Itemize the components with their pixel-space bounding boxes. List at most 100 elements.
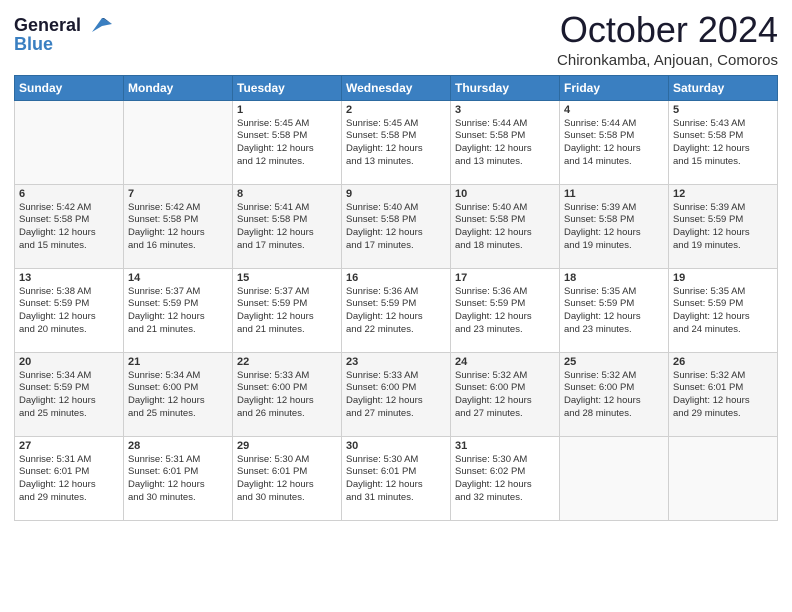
calendar-cell: 9Sunrise: 5:40 AMSunset: 5:58 PMDaylight… — [342, 184, 451, 268]
cell-info-line: Sunrise: 5:32 AM — [564, 370, 664, 383]
cell-info-line: Sunset: 6:01 PM — [673, 382, 773, 395]
cell-info-line: and 13 minutes. — [455, 156, 555, 169]
col-header-sunday: Sunday — [15, 75, 124, 100]
day-number: 17 — [455, 272, 555, 284]
calendar-cell: 1Sunrise: 5:45 AMSunset: 5:58 PMDaylight… — [233, 100, 342, 184]
cell-info-line: Sunset: 6:01 PM — [19, 466, 119, 479]
cell-info-line: and 23 minutes. — [564, 324, 664, 337]
calendar-cell — [560, 436, 669, 520]
cell-info-line: Sunrise: 5:45 AM — [237, 118, 337, 131]
cell-info-line: and 27 minutes. — [455, 408, 555, 421]
cell-info-line: and 28 minutes. — [564, 408, 664, 421]
cell-info-line: Sunrise: 5:31 AM — [128, 454, 228, 467]
cell-info-line: Sunrise: 5:39 AM — [673, 202, 773, 215]
col-header-saturday: Saturday — [669, 75, 778, 100]
day-number: 12 — [673, 188, 773, 200]
cell-info-line: Daylight: 12 hours — [455, 227, 555, 240]
cell-info-line: Daylight: 12 hours — [455, 395, 555, 408]
calendar-cell: 16Sunrise: 5:36 AMSunset: 5:59 PMDayligh… — [342, 268, 451, 352]
cell-info-line: Daylight: 12 hours — [128, 311, 228, 324]
cell-info-line: Sunrise: 5:44 AM — [455, 118, 555, 131]
day-number: 19 — [673, 272, 773, 284]
cell-info-line: Sunrise: 5:40 AM — [346, 202, 446, 215]
calendar-cell — [124, 100, 233, 184]
cell-info-line: Daylight: 12 hours — [19, 479, 119, 492]
cell-info-line: Sunset: 6:00 PM — [128, 382, 228, 395]
cell-info-line: Sunset: 6:00 PM — [346, 382, 446, 395]
day-number: 27 — [19, 440, 119, 452]
cell-info-line: and 12 minutes. — [237, 156, 337, 169]
cell-info-line: and 30 minutes. — [128, 492, 228, 505]
cell-info-line: Sunset: 5:58 PM — [455, 214, 555, 227]
calendar-cell: 27Sunrise: 5:31 AMSunset: 6:01 PMDayligh… — [15, 436, 124, 520]
cell-info-line: Daylight: 12 hours — [673, 143, 773, 156]
cell-info-line: and 18 minutes. — [455, 240, 555, 253]
cell-info-line: Daylight: 12 hours — [455, 311, 555, 324]
cell-info-line: Daylight: 12 hours — [564, 227, 664, 240]
cell-info-line: Sunrise: 5:40 AM — [455, 202, 555, 215]
cell-info-line: Sunrise: 5:43 AM — [673, 118, 773, 131]
cell-info-line: Sunrise: 5:42 AM — [128, 202, 228, 215]
cell-info-line: and 19 minutes. — [673, 240, 773, 253]
calendar-cell: 15Sunrise: 5:37 AMSunset: 5:59 PMDayligh… — [233, 268, 342, 352]
day-number: 2 — [346, 104, 446, 116]
calendar-header-row: SundayMondayTuesdayWednesdayThursdayFrid… — [15, 75, 778, 100]
day-number: 20 — [19, 356, 119, 368]
header: General Blue October 2024 Chironkamba, A… — [14, 10, 778, 69]
week-row-1: 1Sunrise: 5:45 AMSunset: 5:58 PMDaylight… — [15, 100, 778, 184]
cell-info-line: Daylight: 12 hours — [237, 143, 337, 156]
week-row-5: 27Sunrise: 5:31 AMSunset: 6:01 PMDayligh… — [15, 436, 778, 520]
logo-text-blue: Blue — [14, 34, 114, 55]
cell-info-line: Sunset: 5:58 PM — [346, 130, 446, 143]
calendar-cell: 14Sunrise: 5:37 AMSunset: 5:59 PMDayligh… — [124, 268, 233, 352]
day-number: 22 — [237, 356, 337, 368]
cell-info-line: Sunrise: 5:42 AM — [19, 202, 119, 215]
title-block: October 2024 Chironkamba, Anjouan, Comor… — [557, 10, 778, 69]
cell-info-line: Sunset: 6:00 PM — [564, 382, 664, 395]
cell-info-line: Sunrise: 5:36 AM — [455, 286, 555, 299]
cell-info-line: Daylight: 12 hours — [237, 227, 337, 240]
cell-info-line: Daylight: 12 hours — [19, 395, 119, 408]
calendar-cell: 3Sunrise: 5:44 AMSunset: 5:58 PMDaylight… — [451, 100, 560, 184]
week-row-2: 6Sunrise: 5:42 AMSunset: 5:58 PMDaylight… — [15, 184, 778, 268]
cell-info-line: Sunrise: 5:37 AM — [237, 286, 337, 299]
cell-info-line: Sunset: 6:00 PM — [455, 382, 555, 395]
cell-info-line: Sunset: 5:58 PM — [128, 214, 228, 227]
cell-info-line: Daylight: 12 hours — [564, 143, 664, 156]
logo-line1: General — [14, 14, 114, 36]
cell-info-line: Sunset: 6:01 PM — [346, 466, 446, 479]
calendar-cell: 5Sunrise: 5:43 AMSunset: 5:58 PMDaylight… — [669, 100, 778, 184]
cell-info-line: Daylight: 12 hours — [455, 143, 555, 156]
logo: General Blue — [14, 14, 114, 55]
cell-info-line: and 22 minutes. — [346, 324, 446, 337]
day-number: 6 — [19, 188, 119, 200]
cell-info-line: Sunrise: 5:34 AM — [128, 370, 228, 383]
day-number: 21 — [128, 356, 228, 368]
cell-info-line: Sunrise: 5:38 AM — [19, 286, 119, 299]
calendar-cell: 11Sunrise: 5:39 AMSunset: 5:58 PMDayligh… — [560, 184, 669, 268]
cell-info-line: Sunrise: 5:30 AM — [346, 454, 446, 467]
day-number: 23 — [346, 356, 446, 368]
day-number: 13 — [19, 272, 119, 284]
cell-info-line: Sunset: 6:01 PM — [128, 466, 228, 479]
cell-info-line: Sunset: 5:58 PM — [564, 130, 664, 143]
cell-info-line: and 16 minutes. — [128, 240, 228, 253]
day-number: 25 — [564, 356, 664, 368]
cell-info-line: and 30 minutes. — [237, 492, 337, 505]
cell-info-line: Sunrise: 5:36 AM — [346, 286, 446, 299]
cell-info-line: Sunset: 5:59 PM — [346, 298, 446, 311]
cell-info-line: Sunset: 5:58 PM — [19, 214, 119, 227]
day-number: 10 — [455, 188, 555, 200]
day-number: 1 — [237, 104, 337, 116]
cell-info-line: Daylight: 12 hours — [564, 395, 664, 408]
calendar-cell: 6 Sunrise: 5:42 AMSunset: 5:58 PMDaylight… — [15, 184, 124, 268]
cell-info-line: Daylight: 12 hours — [455, 479, 555, 492]
cell-info-line: and 17 minutes. — [237, 240, 337, 253]
cell-info-line: Daylight: 12 hours — [346, 311, 446, 324]
cell-info-line: Daylight: 12 hours — [19, 227, 119, 240]
cell-info-line: Sunrise: 5:30 AM — [455, 454, 555, 467]
cell-info-line: and 21 minutes. — [128, 324, 228, 337]
cell-info-line: and 15 minutes. — [19, 240, 119, 253]
col-header-tuesday: Tuesday — [233, 75, 342, 100]
week-row-3: 13Sunrise: 5:38 AMSunset: 5:59 PMDayligh… — [15, 268, 778, 352]
